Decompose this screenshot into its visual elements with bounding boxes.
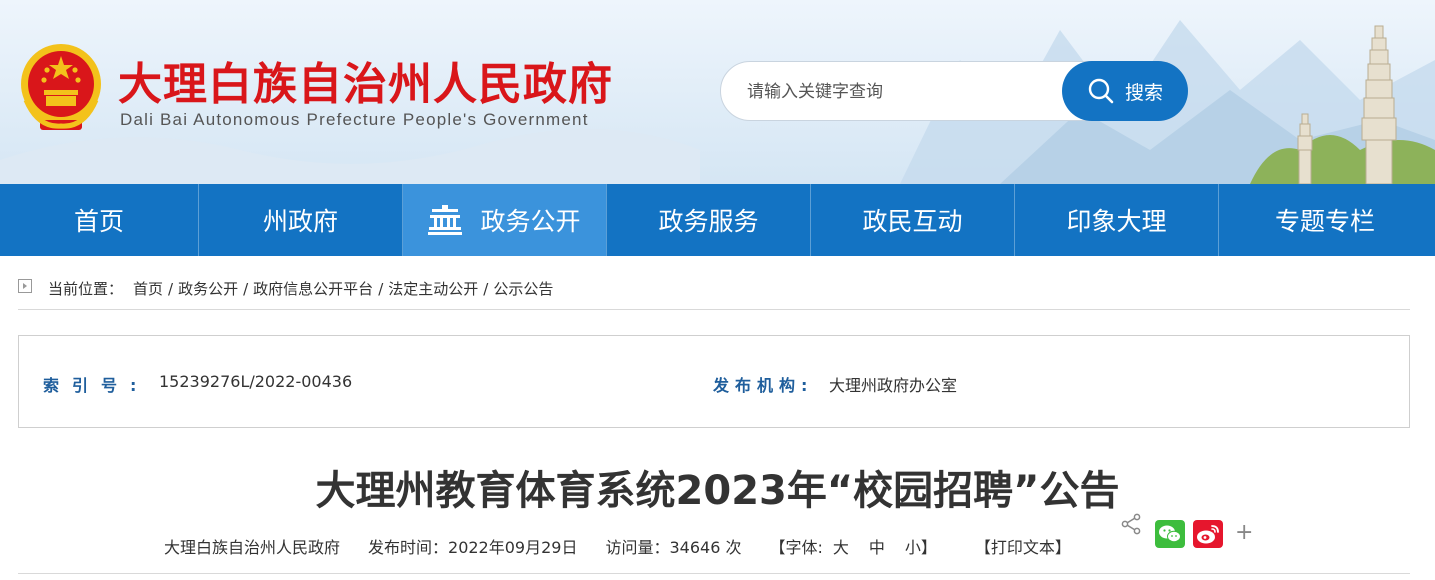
- search-icon: [1088, 78, 1114, 104]
- temple-icon: [428, 203, 463, 237]
- article-info-row: 大理白族自治州人民政府 发布时间：2022年09月29日 访问量：34646 次…: [164, 535, 1071, 557]
- index-number-value: 15239276L/2022-00436: [159, 372, 353, 391]
- font-size-large[interactable]: 大: [833, 534, 849, 558]
- site-subtitle: Dali Bai Autonomous Prefecture People's …: [120, 110, 589, 129]
- font-size-small[interactable]: 小】: [905, 534, 937, 558]
- search-button[interactable]: 搜索: [1062, 61, 1188, 121]
- search-button-label: 搜索: [1124, 81, 1163, 104]
- wechat-icon: [1159, 525, 1181, 543]
- publishing-org-value: 大理州政府办公室: [829, 376, 958, 395]
- nav-item-label: 印象大理: [1066, 207, 1167, 236]
- search-box: 搜索: [720, 61, 1188, 121]
- index-number-label: 索引号:: [43, 376, 150, 395]
- location-icon: [18, 278, 32, 293]
- font-size-label: 【字体:: [769, 538, 823, 557]
- font-size-medium[interactable]: 中: [869, 534, 885, 558]
- breadcrumb-separator: /: [168, 279, 174, 298]
- breadcrumb-separator: /: [243, 279, 249, 298]
- print-text-link[interactable]: 【打印文本】: [975, 534, 1071, 558]
- nav-item-prefecture-government[interactable]: 州政府: [199, 184, 403, 256]
- share-icon[interactable]: [1120, 513, 1142, 535]
- main-nav: 首页 州政府 政务公开 政务服务 政民互动 印象大理 专题专栏: [0, 184, 1435, 256]
- weibo-icon: [1197, 525, 1219, 544]
- article-title: 大理州教育体育系统2023年“校园招聘”公告: [315, 468, 1120, 514]
- nav-item-label: 政务服务: [658, 207, 759, 236]
- view-count: 访问量：34646 次: [605, 538, 742, 557]
- weibo-share-button[interactable]: [1193, 520, 1223, 548]
- nav-item-label: 政务公开: [480, 207, 581, 236]
- site-title: 大理白族自治州人民政府: [118, 59, 613, 110]
- more-share-button[interactable]: +: [1235, 520, 1253, 546]
- breadcrumb-separator: /: [378, 279, 384, 298]
- breadcrumb: 当前位置： 首页 / 政务公开 / 政府信息公开平台 / 法定主动公开 / 公示…: [18, 268, 1410, 310]
- nav-item-label: 首页: [73, 207, 124, 236]
- breadcrumb-item-government-affairs[interactable]: 政务公开: [178, 278, 238, 299]
- nav-item-special-topics[interactable]: 专题专栏: [1219, 184, 1431, 256]
- wechat-share-button[interactable]: [1155, 520, 1185, 548]
- document-meta-box: 索引号: 15239276L/2022-00436 发布机构: 大理州政府办公室: [18, 335, 1410, 428]
- nav-item-home[interactable]: 首页: [0, 184, 199, 256]
- divider: [18, 573, 1410, 574]
- nav-item-government-affairs-open[interactable]: 政务公开: [403, 184, 607, 256]
- nav-item-label: 政民互动: [862, 207, 963, 236]
- publish-time: 发布时间：2022年09月29日: [368, 538, 578, 557]
- breadcrumb-item-home[interactable]: 首页: [133, 278, 163, 299]
- nav-item-impression-dali[interactable]: 印象大理: [1015, 184, 1219, 256]
- search-input[interactable]: [745, 77, 1065, 107]
- site-header: 大理白族自治州人民政府 Dali Bai Autonomous Prefectu…: [0, 0, 1435, 184]
- breadcrumb-label: 当前位置：: [48, 280, 124, 298]
- article-source: 大理白族自治州人民政府: [164, 538, 341, 557]
- breadcrumb-item-info-platform[interactable]: 政府信息公开平台: [253, 278, 373, 299]
- breadcrumb-separator: /: [483, 279, 489, 298]
- publishing-org-label: 发布机构:: [713, 376, 814, 395]
- breadcrumb-item-statutory-disclosure[interactable]: 法定主动公开: [388, 278, 478, 299]
- nav-item-public-interaction[interactable]: 政民互动: [811, 184, 1015, 256]
- breadcrumb-item-announcements[interactable]: 公示公告: [493, 278, 553, 299]
- nav-item-government-services[interactable]: 政务服务: [607, 184, 811, 256]
- nav-item-label: 专题专栏: [1274, 207, 1375, 236]
- national-emblem-icon: [21, 44, 101, 130]
- nav-item-label: 州政府: [262, 207, 338, 236]
